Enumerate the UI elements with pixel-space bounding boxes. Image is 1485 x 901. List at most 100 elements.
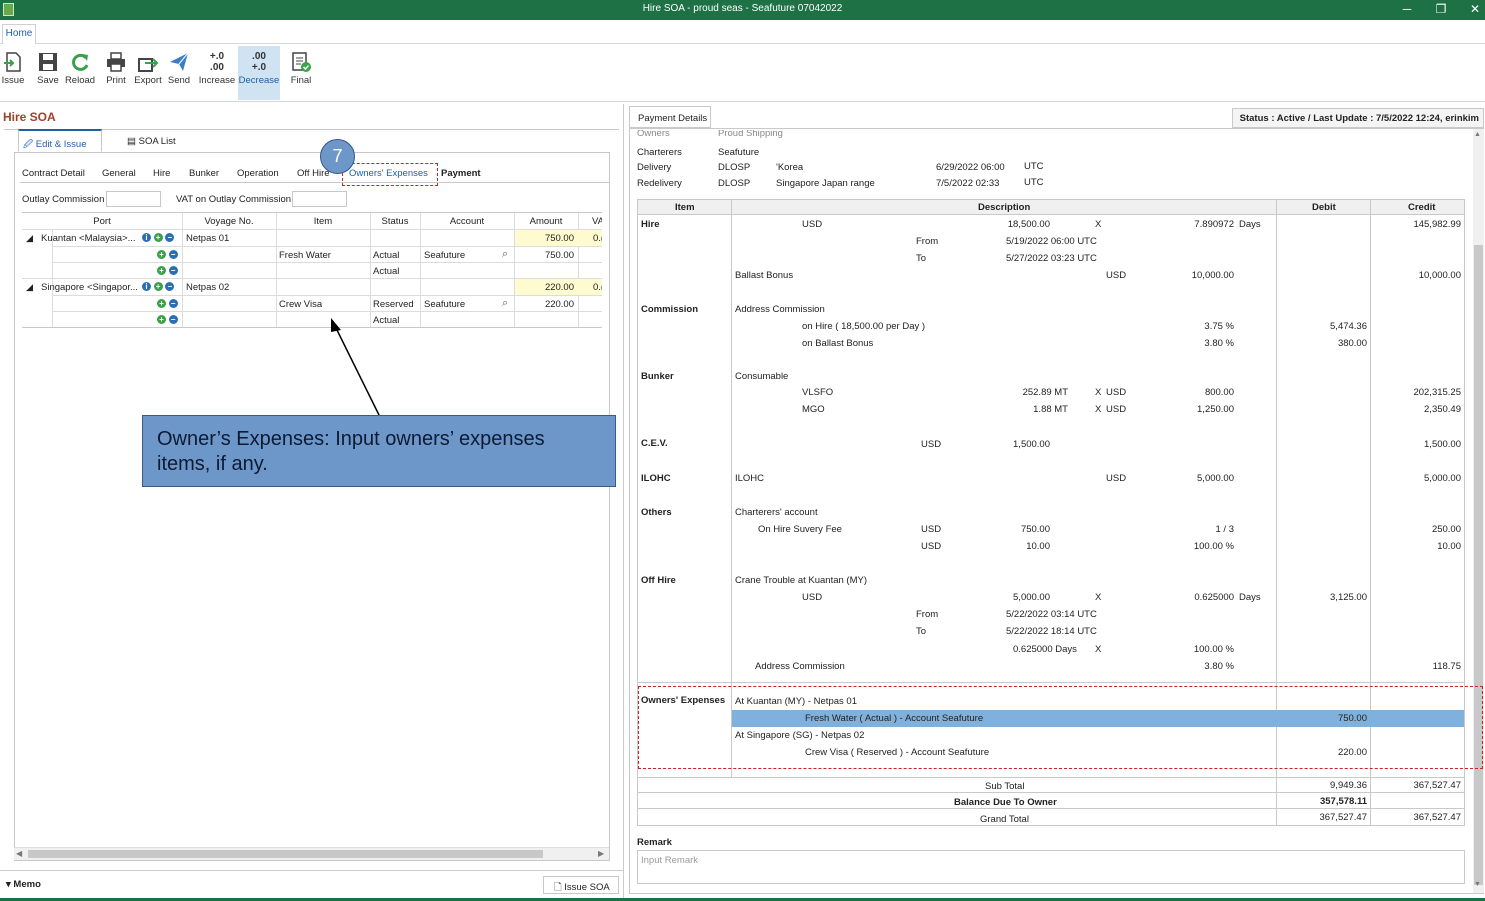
voyage-cell[interactable]: Netpas 02 [186, 282, 229, 293]
subtab-bunker[interactable]: Bunker [189, 168, 219, 179]
add-icon[interactable]: + [157, 298, 166, 308]
account-cell[interactable]: Seafuture [424, 299, 465, 310]
subtab-payment[interactable]: Payment [441, 168, 481, 179]
col-status[interactable]: Status [370, 216, 420, 227]
reload-icon [72, 53, 89, 71]
col-vat[interactable]: VA [592, 216, 602, 227]
increase-button[interactable]: +.0 .00 Increase [198, 46, 236, 100]
off-hire-currency: USD [802, 592, 823, 603]
search-icon[interactable]: ⌕ [502, 297, 508, 310]
add-icon[interactable]: + [157, 265, 166, 275]
bunker-multiply-1: X [1095, 387, 1102, 398]
item-cell[interactable]: Fresh Water [279, 250, 331, 261]
restore-button[interactable]: ❐ [1428, 0, 1454, 20]
col-item[interactable]: Item [276, 216, 370, 227]
hire-currency: USD [802, 219, 823, 230]
save-button[interactable]: Save [33, 46, 63, 100]
status-cell[interactable]: Actual [373, 266, 399, 277]
outlay-commission-input[interactable] [106, 191, 161, 207]
issue-button[interactable]: Issue [0, 46, 26, 100]
subtab-operation[interactable]: Operation [237, 168, 279, 179]
redelivery-label: Redelivery [637, 178, 682, 189]
hire-to-label: To [916, 253, 927, 264]
owners-value: Proud Shipping [718, 130, 783, 139]
col-account[interactable]: Account [420, 216, 514, 227]
subtab-general[interactable]: General [102, 168, 136, 179]
others-credit-2: 10.00 [1437, 541, 1461, 552]
add-icon[interactable]: + [157, 249, 166, 259]
remove-icon[interactable]: − [168, 265, 178, 275]
remove-icon[interactable]: − [165, 281, 175, 291]
off-hire-commission-percent: 3.80 % [1204, 661, 1234, 672]
tab-soa-list[interactable]: ▤ SOA List [127, 136, 176, 147]
amount-cell[interactable]: 750.00 [516, 233, 574, 244]
collapse-toggle[interactable]: ◢ [26, 282, 33, 293]
document-icon: 🗋 [554, 882, 562, 893]
info-icon[interactable]: i [142, 281, 151, 291]
scroll-thumb[interactable] [28, 850, 543, 858]
scroll-left-icon[interactable]: ◀ [16, 849, 22, 858]
col-amount[interactable]: Amount [514, 216, 578, 227]
status-cell[interactable]: Actual [373, 250, 399, 261]
add-icon[interactable]: + [157, 314, 166, 324]
add-icon[interactable]: + [153, 281, 163, 291]
amount-cell[interactable]: 220.00 [516, 299, 574, 310]
remove-icon[interactable]: − [168, 314, 178, 324]
final-button[interactable]: Final [286, 46, 316, 100]
col-voyage[interactable]: Voyage No. [182, 216, 276, 227]
status-cell[interactable]: Reserved [373, 299, 414, 310]
collapse-toggle[interactable]: ◢ [26, 233, 33, 244]
port-cell[interactable]: Singapore <Singapor... [41, 282, 137, 293]
amount-cell[interactable]: 750.00 [516, 250, 574, 261]
memo-toggle[interactable]: ▾ Memo [6, 879, 41, 890]
subtab-hire[interactable]: Hire [153, 168, 170, 179]
minimize-button[interactable]: ─ [1394, 0, 1420, 20]
reload-button[interactable]: Reload [64, 46, 96, 100]
decrease-button[interactable]: .00 +.0 Decrease [238, 46, 280, 100]
amount-cell[interactable]: 220.00 [516, 282, 574, 293]
port-cell[interactable]: Kuantan <Malaysia>... [41, 233, 137, 244]
tab-soa-list-label: SOA List [138, 136, 176, 147]
tab-home[interactable]: Home [2, 24, 36, 45]
subtab-contract-detail[interactable]: Contract Detail [22, 168, 85, 179]
tab-edit-issue[interactable]: 🖉 Edit & Issue [18, 129, 102, 152]
vat-cell[interactable]: 0.( [593, 233, 602, 244]
remove-icon[interactable]: − [168, 298, 178, 308]
remark-input[interactable]: Input Remark [637, 850, 1465, 884]
close-button[interactable]: ✕ [1462, 0, 1485, 20]
vertical-scrollbar[interactable]: ▲ ▼ [1473, 129, 1484, 893]
row-actions: i + − [142, 232, 175, 243]
export-button[interactable]: Export [131, 46, 165, 100]
scroll-up-icon[interactable]: ▲ [1474, 131, 1481, 138]
scroll-right-icon[interactable]: ▶ [598, 849, 604, 858]
horizontal-scrollbar[interactable]: ◀ ▶ [14, 847, 609, 860]
hire-days-value: 7.890972 [1194, 219, 1234, 230]
send-icon [170, 52, 189, 71]
payment-details-tab[interactable]: Payment Details [629, 106, 711, 128]
vat-outlay-commission-input[interactable] [292, 191, 347, 207]
increase-label: Increase [198, 75, 236, 86]
account-cell[interactable]: Seafuture [424, 250, 465, 261]
col-port[interactable]: Port [22, 216, 182, 227]
vat-cell[interactable]: 0.( [593, 282, 602, 293]
row-actions: + − [157, 314, 178, 325]
send-button[interactable]: Send [165, 46, 193, 100]
remove-icon[interactable]: − [165, 232, 175, 242]
item-cell[interactable]: Crew Visa [279, 299, 322, 310]
ballast-bonus-currency: USD [1106, 270, 1127, 281]
add-icon[interactable]: + [153, 232, 163, 242]
scroll-thumb[interactable] [1474, 245, 1483, 885]
search-icon[interactable]: ⌕ [502, 248, 508, 261]
ilohc-label: ILOHC [641, 473, 671, 484]
voyage-cell[interactable]: Netpas 01 [186, 233, 229, 244]
info-icon[interactable]: i [142, 232, 151, 242]
subtab-off-hire[interactable]: Off Hire [297, 168, 330, 179]
remove-icon[interactable]: − [168, 249, 178, 259]
bunker-multiply-2: X [1095, 404, 1102, 415]
off-hire-to-label: To [916, 626, 927, 637]
redelivery-place: Singapore Japan range [776, 178, 875, 189]
others-description: Charterers' account [735, 507, 818, 518]
issue-soa-button[interactable]: 🗋 Issue SOA [543, 876, 619, 894]
print-button[interactable]: Print [102, 46, 130, 100]
scroll-down-icon[interactable]: ▼ [1474, 881, 1481, 888]
